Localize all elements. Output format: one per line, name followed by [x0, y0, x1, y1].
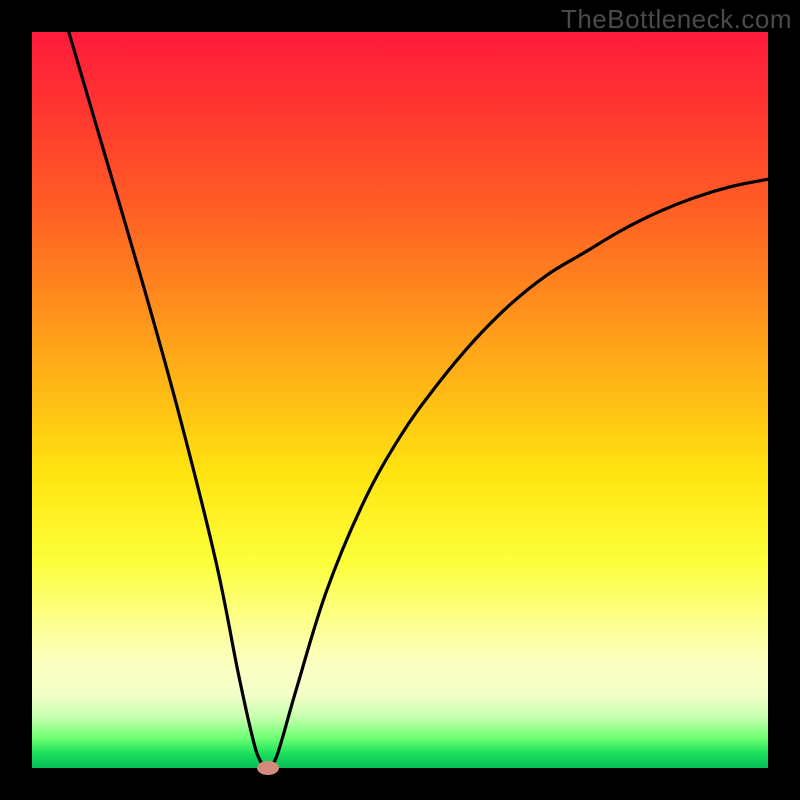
optimum-marker — [257, 761, 279, 775]
chart-frame: TheBottleneck.com — [0, 0, 800, 800]
watermark-text: TheBottleneck.com — [561, 4, 792, 35]
plot-area — [32, 32, 768, 768]
bottleneck-curve — [32, 32, 768, 768]
